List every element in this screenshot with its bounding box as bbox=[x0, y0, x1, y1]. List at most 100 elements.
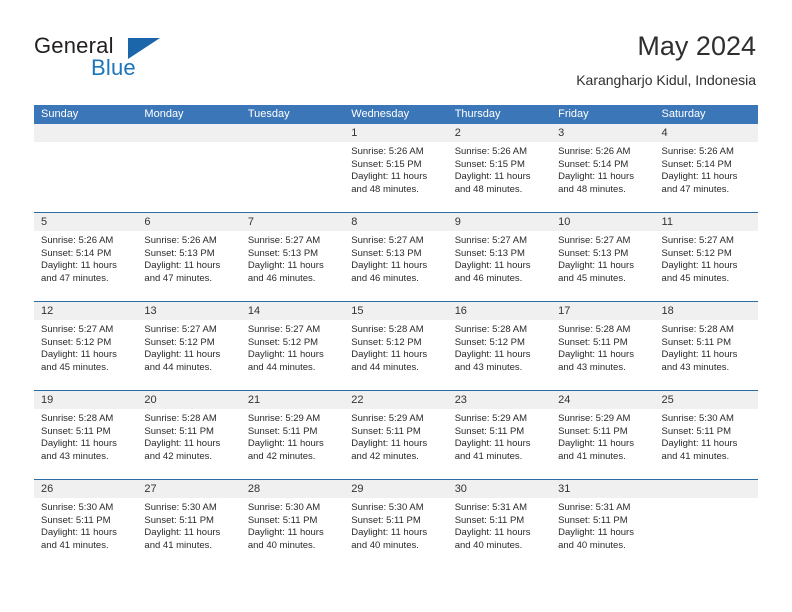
day-cell[interactable]: 7 Sunrise: 5:27 AM Sunset: 5:13 PM Daylight… bbox=[240, 213, 345, 301]
day-info-sunrise: Sunrise: 5:31 AM bbox=[558, 502, 631, 513]
day-cell[interactable]: 4 Sunrise: 5:26 AM Sunset: 5:14 PM Daylight… bbox=[654, 124, 758, 212]
day-info-sunset: Sunset: 5:14 PM bbox=[558, 158, 629, 170]
page-title: May 2024 bbox=[637, 31, 756, 61]
day-info-daylight-line2: and 41 minutes. bbox=[661, 450, 730, 462]
day-cell[interactable]: 2 Sunrise: 5:26 AM Sunset: 5:15 PM Daylight… bbox=[447, 124, 552, 212]
day-info-daylight-line2: and 48 minutes. bbox=[351, 183, 419, 195]
day-cell[interactable]: 29 Sunrise: 5:30 AM Sunset: 5:11 PM Dayligh… bbox=[344, 480, 448, 568]
day-cell[interactable]: 13 Sunrise: 5:27 AM Sunset: 5:12 PM Dayligh… bbox=[137, 302, 241, 390]
day-cell[interactable]: 24 Sunrise: 5:29 AM Sunset: 5:11 PM Dayligh… bbox=[551, 391, 655, 479]
day-number: 6 bbox=[137, 213, 241, 231]
day-cell[interactable]: 19 Sunrise: 5:28 AM Sunset: 5:11 PM Dayligh… bbox=[34, 391, 138, 479]
day-cell[interactable]: 27 Sunrise: 5:30 AM Sunset: 5:11 PM Dayligh… bbox=[137, 480, 241, 568]
day-info-daylight-line1: Daylight: 11 hours bbox=[144, 527, 221, 539]
day-info-sunrise: Sunrise: 5:29 AM bbox=[351, 413, 424, 424]
day-cell[interactable]: 10 Sunrise: 5:27 AM Sunset: 5:13 PM Dayligh… bbox=[551, 213, 655, 301]
weekday-header-monday: Monday bbox=[144, 108, 184, 120]
day-info-daylight-line2: and 47 minutes. bbox=[144, 272, 213, 284]
day-info-sunrise: Sunrise: 5:27 AM bbox=[454, 235, 528, 246]
day-number: 7 bbox=[240, 213, 345, 231]
day-cell[interactable]: 6 Sunrise: 5:26 AM Sunset: 5:13 PM Daylight… bbox=[137, 213, 241, 301]
day-number: 21 bbox=[240, 391, 345, 409]
day-info-daylight-line2: and 45 minutes. bbox=[558, 272, 626, 284]
day-cell[interactable]: 16 Sunrise: 5:28 AM Sunset: 5:12 PM Dayligh… bbox=[447, 302, 552, 390]
day-number: 30 bbox=[447, 480, 552, 498]
day-info-daylight-line2: and 46 minutes. bbox=[454, 272, 523, 284]
weekday-header-wednesday: Wednesday bbox=[351, 108, 410, 120]
day-cell[interactable]: 5 Sunrise: 5:26 AM Sunset: 5:14 PM Daylight… bbox=[34, 213, 138, 301]
day-info-daylight-line1: Daylight: 11 hours bbox=[558, 171, 634, 183]
day-cell[interactable]: 17 Sunrise: 5:28 AM Sunset: 5:11 PM Dayligh… bbox=[551, 302, 655, 390]
day-info-sunset: Sunset: 5:13 PM bbox=[558, 247, 629, 259]
day-info-daylight-line2: and 41 minutes. bbox=[144, 539, 213, 551]
day-cell-empty bbox=[137, 124, 241, 212]
day-info-sunrise: Sunrise: 5:27 AM bbox=[144, 324, 217, 335]
calendar-grid: Sunday Monday Tuesday Wednesday Thursday… bbox=[34, 105, 758, 568]
day-info-sunset: Sunset: 5:13 PM bbox=[144, 247, 215, 259]
day-cell[interactable]: 30 Sunrise: 5:31 AM Sunset: 5:11 PM Dayligh… bbox=[447, 480, 552, 568]
day-info-daylight-line2: and 44 minutes. bbox=[351, 361, 419, 373]
day-number bbox=[654, 480, 758, 498]
day-cell[interactable]: 9 Sunrise: 5:27 AM Sunset: 5:13 PM Daylight… bbox=[447, 213, 552, 301]
day-cell[interactable]: 8 Sunrise: 5:27 AM Sunset: 5:13 PM Daylight… bbox=[344, 213, 448, 301]
general-blue-logo[interactable]: General Blue bbox=[34, 33, 234, 88]
week-row: 1 Sunrise: 5:26 AM Sunset: 5:15 PM Daylight… bbox=[34, 124, 758, 212]
day-info-daylight-line1: Daylight: 11 hours bbox=[661, 349, 738, 361]
day-cell[interactable]: 26 Sunrise: 5:30 AM Sunset: 5:11 PM Dayligh… bbox=[34, 480, 138, 568]
day-info-daylight-line1: Daylight: 11 hours bbox=[558, 438, 634, 450]
day-number: 5 bbox=[34, 213, 138, 231]
day-info-daylight-line1: Daylight: 11 hours bbox=[144, 349, 221, 361]
day-info-daylight-line2: and 43 minutes. bbox=[41, 450, 109, 462]
day-info-sunset: Sunset: 5:15 PM bbox=[454, 158, 525, 170]
day-sun-info: Sunrise: 5:28 AM Sunset: 5:11 PM Daylight:… bbox=[551, 320, 654, 374]
day-cell[interactable]: 25 Sunrise: 5:30 AM Sunset: 5:11 PM Dayligh… bbox=[654, 391, 758, 479]
day-number: 25 bbox=[654, 391, 758, 409]
day-number: 9 bbox=[447, 213, 552, 231]
day-cell[interactable]: 11 Sunrise: 5:27 AM Sunset: 5:12 PM Dayligh… bbox=[654, 213, 758, 301]
day-info-sunset: Sunset: 5:11 PM bbox=[247, 514, 318, 526]
day-cell[interactable]: 12 Sunrise: 5:27 AM Sunset: 5:12 PM Dayligh… bbox=[34, 302, 138, 390]
day-info-daylight-line2: and 48 minutes. bbox=[558, 183, 626, 195]
logo-text-blue: Blue bbox=[91, 55, 136, 80]
day-info-sunrise: Sunrise: 5:27 AM bbox=[661, 235, 734, 246]
day-info-daylight-line1: Daylight: 11 hours bbox=[558, 527, 634, 539]
day-number: 20 bbox=[137, 391, 241, 409]
weekday-header-row: Sunday Monday Tuesday Wednesday Thursday… bbox=[34, 105, 758, 124]
weekday-header-sunday: Sunday bbox=[41, 108, 79, 120]
day-info-daylight-line2: and 42 minutes. bbox=[144, 450, 213, 462]
day-cell[interactable]: 15 Sunrise: 5:28 AM Sunset: 5:12 PM Dayligh… bbox=[344, 302, 448, 390]
day-info-daylight-line1: Daylight: 11 hours bbox=[41, 349, 117, 361]
day-cell[interactable]: 21 Sunrise: 5:29 AM Sunset: 5:11 PM Dayligh… bbox=[240, 391, 345, 479]
day-info-daylight-line2: and 43 minutes. bbox=[558, 361, 626, 373]
day-info-daylight-line2: and 42 minutes. bbox=[351, 450, 419, 462]
day-number: 19 bbox=[34, 391, 138, 409]
day-info-daylight-line1: Daylight: 11 hours bbox=[454, 527, 531, 539]
day-cell-empty bbox=[654, 480, 758, 568]
day-cell[interactable]: 31 Sunrise: 5:31 AM Sunset: 5:11 PM Dayligh… bbox=[551, 480, 655, 568]
day-cell[interactable]: 22 Sunrise: 5:29 AM Sunset: 5:11 PM Dayligh… bbox=[344, 391, 448, 479]
weekday-header-thursday: Thursday bbox=[454, 108, 501, 120]
day-number bbox=[34, 124, 138, 142]
day-info-daylight-line1: Daylight: 11 hours bbox=[661, 438, 738, 450]
day-info-daylight-line2: and 43 minutes. bbox=[454, 361, 523, 373]
day-info-daylight-line2: and 47 minutes. bbox=[41, 272, 109, 284]
day-info-sunset: Sunset: 5:12 PM bbox=[351, 336, 422, 348]
day-cell[interactable]: 14 Sunrise: 5:27 AM Sunset: 5:12 PM Dayligh… bbox=[240, 302, 345, 390]
day-info-sunset: Sunset: 5:11 PM bbox=[41, 425, 111, 437]
day-cell[interactable]: 1 Sunrise: 5:26 AM Sunset: 5:15 PM Daylight… bbox=[344, 124, 448, 212]
day-info-sunrise: Sunrise: 5:28 AM bbox=[454, 324, 528, 335]
day-info-daylight-line1: Daylight: 11 hours bbox=[351, 260, 428, 272]
day-info-daylight-line1: Daylight: 11 hours bbox=[351, 438, 428, 450]
day-number: 24 bbox=[551, 391, 655, 409]
day-info-daylight-line2: and 46 minutes. bbox=[351, 272, 419, 284]
day-cell[interactable]: 23 Sunrise: 5:29 AM Sunset: 5:11 PM Dayligh… bbox=[447, 391, 552, 479]
day-info-daylight-line1: Daylight: 11 hours bbox=[247, 438, 324, 450]
day-cell[interactable]: 3 Sunrise: 5:26 AM Sunset: 5:14 PM Daylight… bbox=[551, 124, 655, 212]
day-info-daylight-line1: Daylight: 11 hours bbox=[247, 349, 324, 361]
day-cell[interactable]: 18 Sunrise: 5:28 AM Sunset: 5:11 PM Dayligh… bbox=[654, 302, 758, 390]
day-info-daylight-line1: Daylight: 11 hours bbox=[41, 260, 117, 272]
day-sun-info: Sunrise: 5:30 AM Sunset: 5:11 PM Daylight:… bbox=[241, 498, 344, 552]
day-cell[interactable]: 28 Sunrise: 5:30 AM Sunset: 5:11 PM Dayligh… bbox=[240, 480, 345, 568]
day-cell[interactable]: 20 Sunrise: 5:28 AM Sunset: 5:11 PM Dayligh… bbox=[137, 391, 241, 479]
title-block: May 2024 Karangharjo Kidul, Indonesia bbox=[576, 30, 756, 89]
